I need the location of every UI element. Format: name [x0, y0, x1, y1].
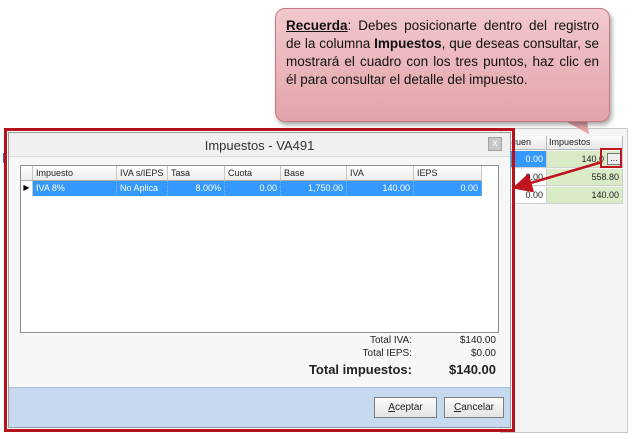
cell-tasa[interactable]: 8.00% — [168, 181, 225, 196]
total-impuestos-label: Total impuestos: — [308, 362, 412, 377]
cell-ieps[interactable]: 0.00 — [414, 181, 482, 196]
cell-iva[interactable]: 140.00 — [347, 181, 414, 196]
column-header-iva[interactable]: IVA — [347, 166, 414, 181]
dialog-title: Impuestos - VA491 — [204, 138, 315, 153]
column-header-tasa[interactable]: Tasa — [168, 166, 225, 181]
close-button[interactable]: x — [488, 137, 502, 151]
total-impuestos-value: $140.00 — [449, 362, 496, 377]
total-iva-label: Total IVA: — [369, 335, 412, 346]
cell-base[interactable]: 1,750.00 — [281, 181, 347, 196]
total-impuestos-row: Total impuestos: $140.00 — [236, 362, 496, 377]
cancelar-button[interactable]: Cancelar — [444, 397, 504, 418]
aceptar-mnemonic: A — [388, 402, 395, 413]
taxes-grid[interactable]: Impuesto IVA s/IEPS Tasa Cuota Base IVA … — [20, 165, 499, 333]
column-header-cuota[interactable]: Cuota — [225, 166, 281, 181]
row-indicator-icon: ▶ — [21, 181, 33, 196]
column-header-base[interactable]: Base — [281, 166, 347, 181]
column-header-ieps[interactable]: IEPS — [414, 166, 482, 181]
callout-bold-column: Impuestos — [374, 36, 442, 51]
aceptar-label: ceptar — [394, 402, 423, 413]
dialog-footer: Aceptar Cancelar — [9, 387, 510, 427]
row-indicator-header — [21, 166, 33, 181]
cell-cuota[interactable]: 0.00 — [225, 181, 281, 196]
column-header-iva-s-ieps[interactable]: IVA s/IEPS — [117, 166, 168, 181]
cell-impuesto[interactable]: IVA 8% — [33, 181, 117, 196]
table-row[interactable]: ▶ IVA 8% No Aplica 8.00% 0.00 1,750.00 1… — [21, 181, 498, 196]
impuestos-cell[interactable]: 558.80 — [547, 169, 623, 186]
total-ieps-label: Total IEPS: — [362, 348, 412, 359]
grid-header: Impuesto IVA s/IEPS Tasa Cuota Base IVA … — [21, 166, 498, 181]
instruction-callout: Recuerda: Debes posicionarte dentro del … — [275, 8, 610, 122]
callout-heading: Recuerda — [286, 18, 348, 33]
impuestos-dialog: Impuestos - VA491 x Impuesto IVA s/IEPS … — [8, 132, 511, 428]
background-grid-row[interactable]: 0.00 558.80 — [505, 169, 623, 186]
aceptar-button[interactable]: Aceptar — [374, 397, 437, 418]
impuestos-cell[interactable]: 140.00 — [547, 187, 623, 204]
total-ieps-value: $0.00 — [470, 348, 496, 359]
cell-iva-s-ieps[interactable]: No Aplica — [117, 181, 168, 196]
total-ieps-row: Total IEPS: $0.00 — [236, 348, 496, 359]
dots-highlight-box — [600, 148, 622, 168]
total-iva-value: $140.00 — [459, 335, 496, 346]
dialog-titlebar[interactable]: Impuestos - VA491 x — [9, 133, 510, 157]
total-iva-row: Total IVA: $140.00 — [236, 335, 496, 346]
cancelar-label: ancelar — [461, 402, 495, 413]
column-header-impuesto[interactable]: Impuesto — [33, 166, 117, 181]
background-grid-row[interactable]: 0.00 140.00 — [505, 187, 623, 204]
